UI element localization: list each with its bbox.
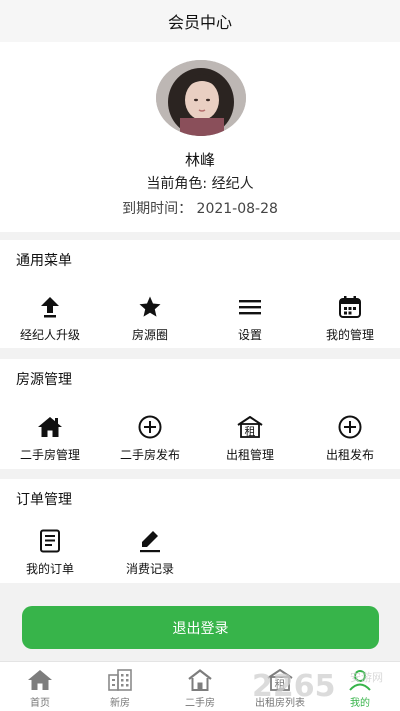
menu-item-label: 出租发布 <box>325 448 374 462</box>
building-icon <box>80 668 160 692</box>
section-title: 订单管理 <box>16 492 72 508</box>
menu-item-label: 设置 <box>237 328 262 342</box>
menu-item-settings[interactable]: 设置 <box>200 294 300 354</box>
username: 林峰 <box>184 151 215 169</box>
menu-item-label: 房源圈 <box>131 328 168 342</box>
edit-pen-icon <box>100 528 200 554</box>
menu-item-my-orders[interactable]: 我的订单 <box>0 528 100 588</box>
rent-glyph: 租 <box>245 425 256 438</box>
plus-circle-icon <box>300 414 400 440</box>
menu-lines-icon <box>200 294 300 320</box>
tab-label: 新房 <box>110 698 130 709</box>
menu-item-label: 经纪人升级 <box>19 328 80 342</box>
calendar-icon <box>300 294 400 320</box>
watermark-suffix: 安游网 <box>350 670 383 684</box>
menu-item-my-management[interactable]: 我的管理 <box>300 294 400 354</box>
tab-label: 二手房 <box>185 698 215 709</box>
menu-item-label: 消费记录 <box>125 562 174 576</box>
menu-item-label: 我的订单 <box>25 562 74 576</box>
plus-circle-icon <box>100 414 200 440</box>
menu-item-label: 我的管理 <box>325 328 374 342</box>
menu-item-consumption-records[interactable]: 消费记录 <box>100 528 200 588</box>
menu-item-label: 二手房管理 <box>19 448 80 462</box>
house-icon <box>0 414 100 440</box>
menu-item-label: 出租管理 <box>225 448 274 462</box>
tab-second-hand[interactable]: 二手房 <box>160 662 240 711</box>
document-icon <box>0 528 100 554</box>
section-title: 通用菜单 <box>16 253 72 269</box>
avatar[interactable] <box>156 60 246 136</box>
section-title: 房源管理 <box>16 372 72 388</box>
menu-item-second-hand-publish[interactable]: 二手房发布 <box>100 414 200 474</box>
expire-date: 到期时间： 2021-08-28 <box>122 201 278 217</box>
tab-label: 首页 <box>30 698 50 709</box>
menu-item-agent-upgrade[interactable]: 经纪人升级 <box>0 294 100 354</box>
menu-item-second-hand-management[interactable]: 二手房管理 <box>0 414 100 474</box>
site-watermark: 2265 安游网 <box>250 664 400 704</box>
page-title: 会员中心 <box>167 13 232 32</box>
tab-new-house[interactable]: 新房 <box>80 662 160 711</box>
house-management-section: 房源管理 二手房管理 二手房发布 租 出租管理 出租发布 <box>0 359 400 469</box>
watermark-number: 2265 <box>252 669 336 704</box>
house-icon <box>160 668 240 692</box>
logout-button[interactable]: 退出登录 <box>22 606 379 649</box>
rent-house-icon: 租 <box>200 414 300 440</box>
menu-item-label: 二手房发布 <box>119 448 180 462</box>
profile-card: 林峰 当前角色: 经纪人 到期时间： 2021-08-28 <box>0 42 400 232</box>
menu-item-rent-management[interactable]: 租 出租管理 <box>200 414 300 474</box>
general-menu-section: 通用菜单 经纪人升级 房源圈 设置 我的管理 <box>0 240 400 348</box>
logout-label: 退出登录 <box>172 620 229 637</box>
menu-item-house-circle[interactable]: 房源圈 <box>100 294 200 354</box>
star-icon <box>100 294 200 320</box>
home-icon <box>0 668 80 692</box>
menu-item-rent-publish[interactable]: 出租发布 <box>300 414 400 474</box>
user-role: 当前角色: 经纪人 <box>146 176 254 192</box>
tab-home[interactable]: 首页 <box>0 662 80 711</box>
order-management-section: 订单管理 我的订单 消费记录 <box>0 479 400 583</box>
page-header: 会员中心 <box>0 0 400 42</box>
upload-arrow-icon <box>0 294 100 320</box>
